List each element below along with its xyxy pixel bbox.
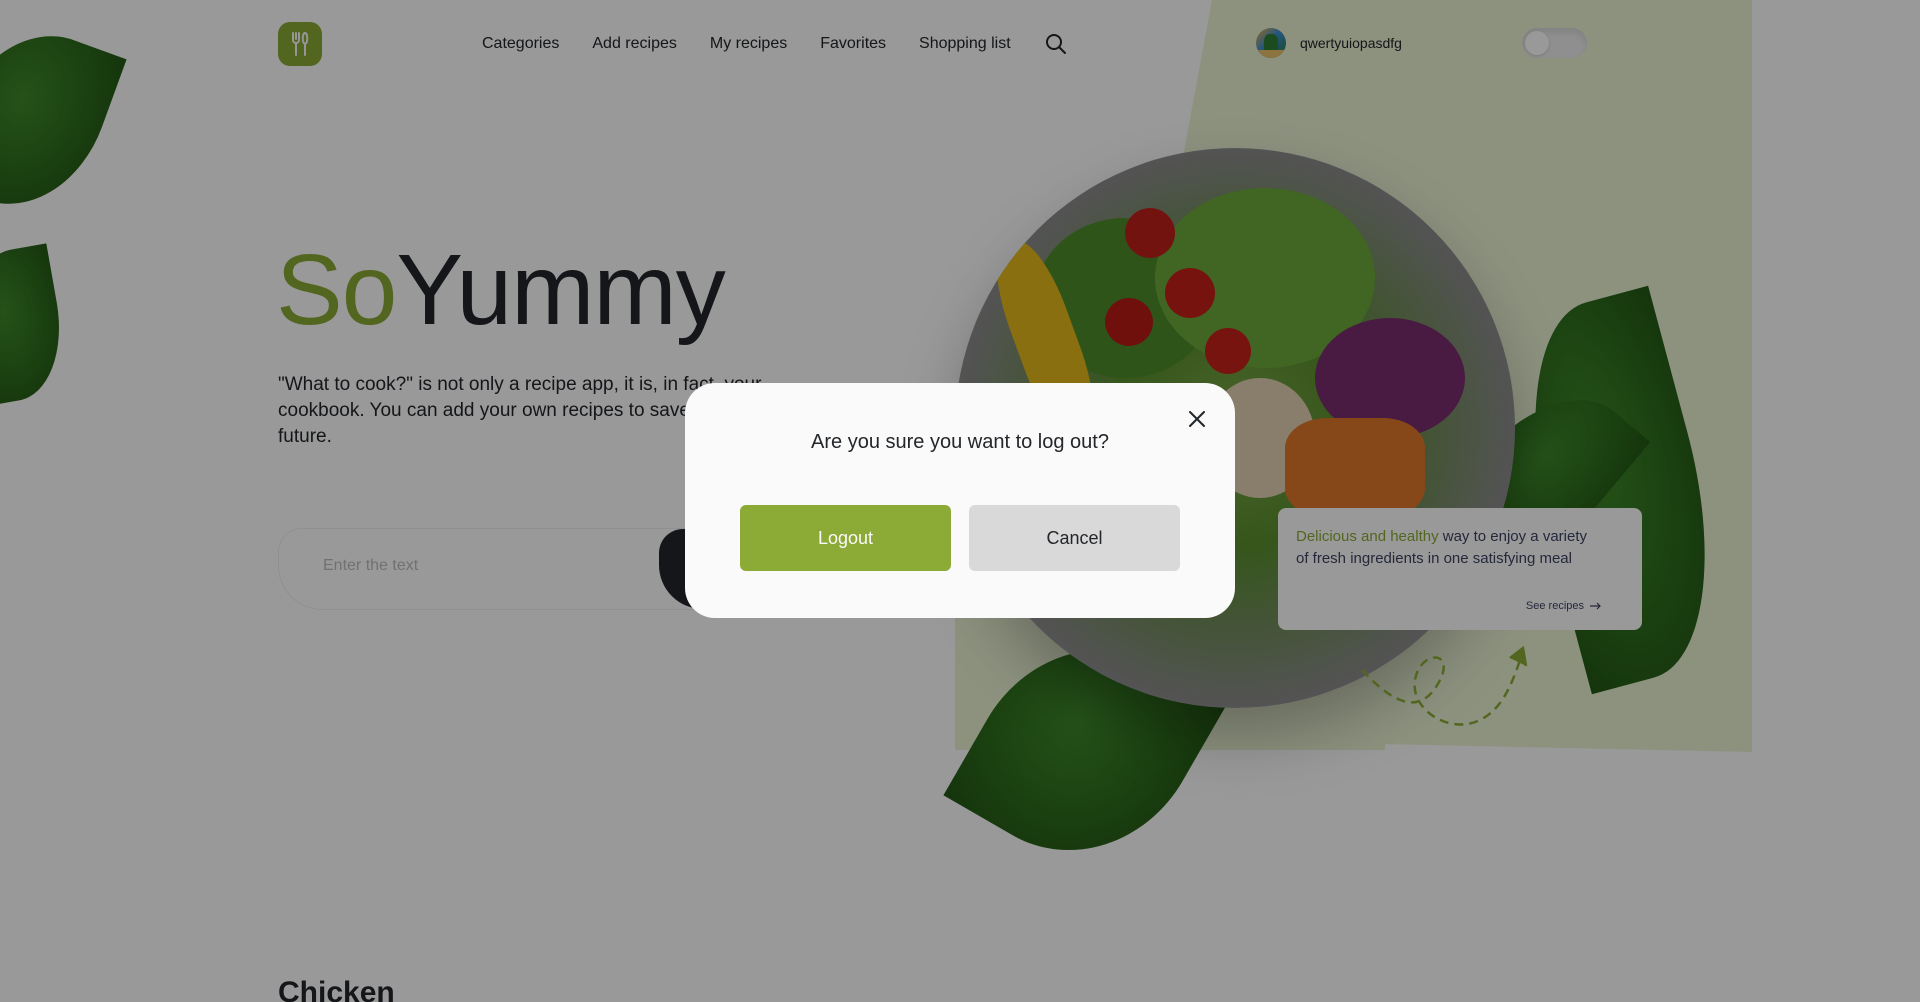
logout-button[interactable]: Logout xyxy=(740,505,951,571)
page: Categories Add recipes My recipes Favori… xyxy=(0,0,1920,1002)
close-icon xyxy=(1189,411,1205,427)
logout-modal: Are you sure you want to log out? Logout… xyxy=(685,383,1235,618)
modal-close-button[interactable] xyxy=(1185,407,1209,431)
modal-question: Are you sure you want to log out? xyxy=(811,431,1109,453)
cancel-button[interactable]: Cancel xyxy=(969,505,1180,571)
modal-actions: Logout Cancel xyxy=(740,505,1180,571)
